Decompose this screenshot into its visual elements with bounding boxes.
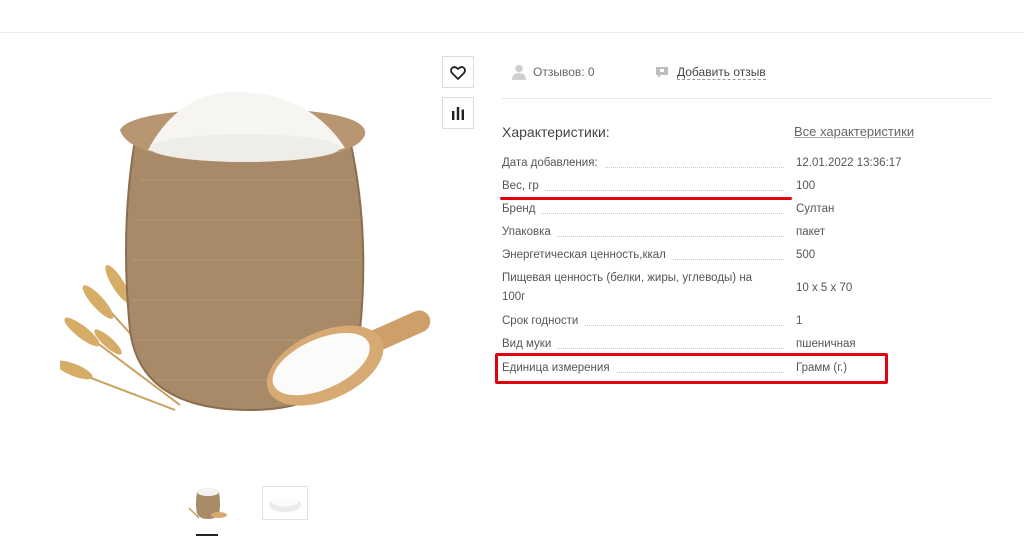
user-icon bbox=[512, 64, 526, 80]
char-name: Энергетическая ценность,ккал bbox=[502, 246, 672, 265]
char-name: Срок годности bbox=[502, 312, 585, 331]
active-thumbnail-indicator bbox=[196, 534, 218, 536]
favorite-button[interactable] bbox=[442, 56, 474, 88]
thumbnail-sack-image bbox=[188, 488, 227, 519]
annotation-highlight-box bbox=[495, 353, 888, 384]
all-characteristics-link[interactable]: Все характеристики bbox=[794, 124, 914, 139]
char-value: 1 bbox=[796, 312, 803, 331]
heart-icon bbox=[450, 65, 466, 80]
char-name: Бренд bbox=[502, 200, 542, 219]
annotation-underline bbox=[500, 197, 792, 200]
char-value: 10 x 5 x 70 bbox=[796, 279, 853, 298]
char-value: 100 bbox=[796, 177, 816, 196]
header-divider bbox=[0, 32, 1024, 33]
bar-chart-icon bbox=[452, 107, 464, 120]
char-value: Султан bbox=[796, 200, 835, 219]
section-divider bbox=[502, 98, 992, 99]
thumbnail-bowl[interactable] bbox=[262, 486, 308, 520]
add-review-link[interactable]: Добавить отзыв bbox=[655, 60, 766, 84]
char-row-nutrition: Пищевая ценность (белки, жиры, углеводы)… bbox=[502, 269, 912, 309]
char-name: Упаковка bbox=[502, 223, 557, 242]
char-value: пакет bbox=[796, 223, 826, 242]
char-name: Вид муки bbox=[502, 335, 558, 354]
product-main-image[interactable] bbox=[55, 80, 450, 430]
reviews-summary: Отзывов: 0 bbox=[512, 60, 595, 84]
char-value: 500 bbox=[796, 246, 816, 265]
flour-sack-illustration bbox=[55, 91, 431, 412]
characteristics-title: Характеристики: bbox=[502, 124, 610, 140]
char-value: 12.01.2022 13:36:17 bbox=[796, 154, 902, 173]
char-name: Дата добавления: bbox=[502, 154, 604, 173]
add-review-label: Добавить отзыв bbox=[677, 64, 766, 80]
compare-button[interactable] bbox=[442, 97, 474, 129]
char-name-line1: Пищевая ценность (белки, жиры, углеводы)… bbox=[502, 269, 759, 288]
char-value: пшеничная bbox=[796, 335, 856, 354]
comment-icon bbox=[656, 66, 668, 78]
char-name-line2: 100г bbox=[502, 288, 532, 307]
reviews-count-label: Отзывов: 0 bbox=[533, 65, 595, 79]
char-name: Вес, гр bbox=[502, 177, 545, 196]
thumbnail-sack[interactable] bbox=[185, 486, 231, 520]
thumbnail-bowl-image bbox=[269, 497, 301, 512]
